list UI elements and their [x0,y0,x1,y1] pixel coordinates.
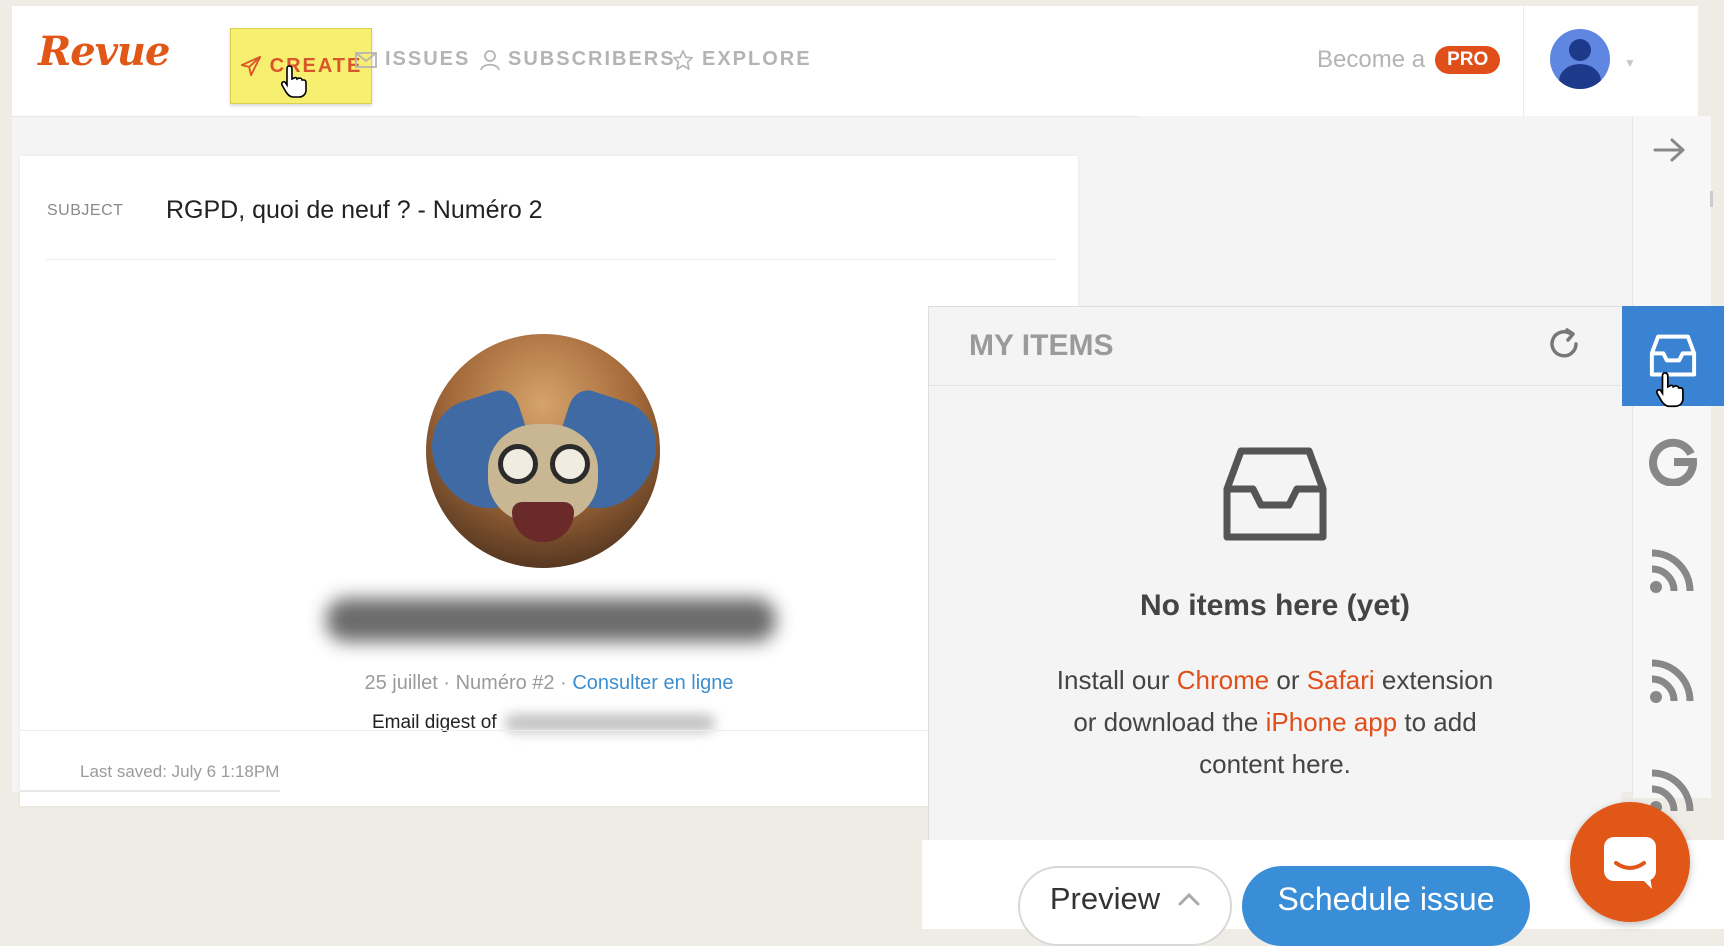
paper-plane-icon [240,55,261,77]
rss-icon [1650,549,1694,593]
nav-issues-link[interactable]: ISSUES [355,48,470,71]
empty-state-title: No items here (yet) [1139,589,1411,622]
issue-meta-date: 25 juillet · Numéro #2 · [364,672,573,694]
install-text: Install our [1056,665,1177,695]
issue-editor: SUBJECT RGPD, quoi de neuf ? - Numéro 2 … [20,156,1078,806]
blurred-profile-name [326,598,776,642]
subject-divider [46,259,1056,260]
user-avatar[interactable] [1550,29,1610,89]
source-tab-rss-1[interactable] [1622,520,1724,620]
top-navigation-bar: Revue CREATE ISSUES SUBSCRIBERS EXPLORE … [12,6,1698,117]
avatar-caret-icon[interactable]: ▼ [1624,56,1636,70]
last-saved-status: Last saved: July 6 1:18PM [80,762,280,781]
nav-subscribers-link[interactable]: SUBSCRIBERS [480,48,676,71]
nav-subscribers-label: SUBSCRIBERS [508,48,676,70]
scrollbar-grip[interactable] [1710,191,1713,207]
revue-logo[interactable]: Revue [38,28,170,75]
user-icon [480,49,500,70]
arrow-right-icon[interactable] [1652,136,1688,164]
my-items-panel: MY ITEMS No items here (yet) Install our… [928,306,1621,841]
google-icon [1649,438,1698,486]
hand-cursor-icon [1656,371,1684,408]
envelope-icon [355,51,377,68]
empty-state-text: Install our Chrome or Safari extension o… [1049,659,1501,785]
iphone-app-link[interactable]: iPhone app [1266,707,1398,737]
preview-button[interactable]: Preview [1018,866,1232,946]
chat-support-button[interactable] [1570,802,1690,922]
nav-explore-label: EXPLORE [702,48,812,70]
schedule-issue-button[interactable]: Schedule issue [1242,866,1530,946]
profile-picture [426,334,660,568]
my-items-header: MY ITEMS [929,307,1621,386]
star-icon [673,49,693,70]
right-column-background [1138,116,1656,312]
editor-footer-divider [20,730,1078,731]
chat-bubble-icon [1604,837,1656,889]
become-pro-link[interactable]: Become a PRO [1317,46,1501,74]
or-text: or [1269,665,1307,695]
source-tab-google[interactable] [1622,410,1724,510]
subject-input[interactable]: RGPD, quoi de neuf ? - Numéro 2 [166,196,543,225]
my-items-title: MY ITEMS [969,329,1114,362]
pro-badge: PRO [1435,46,1501,74]
subject-label: SUBJECT [47,202,124,219]
preview-label: Preview [1049,881,1161,916]
issue-meta-line: 25 juillet · Numéro #2 · Consulter en li… [20,672,1078,695]
rss-icon [1650,659,1694,703]
topbar-divider [1523,6,1524,116]
safari-extension-link[interactable]: Safari [1307,665,1375,695]
chrome-extension-link[interactable]: Chrome [1177,665,1269,695]
view-online-link[interactable]: Consulter en ligne [572,672,733,694]
empty-inbox-tray-icon [1223,447,1327,541]
become-label: Become a [1317,46,1426,73]
refresh-icon[interactable] [1545,325,1583,363]
chevron-up-icon [1178,892,1200,906]
source-tab-rss-2[interactable] [1622,630,1724,730]
schedule-label: Schedule issue [1277,880,1495,917]
nav-issues-label: ISSUES [385,48,471,70]
nav-explore-link[interactable]: EXPLORE [672,48,812,71]
hand-cursor-icon [281,65,307,98]
editor-tail-divider [20,790,280,792]
